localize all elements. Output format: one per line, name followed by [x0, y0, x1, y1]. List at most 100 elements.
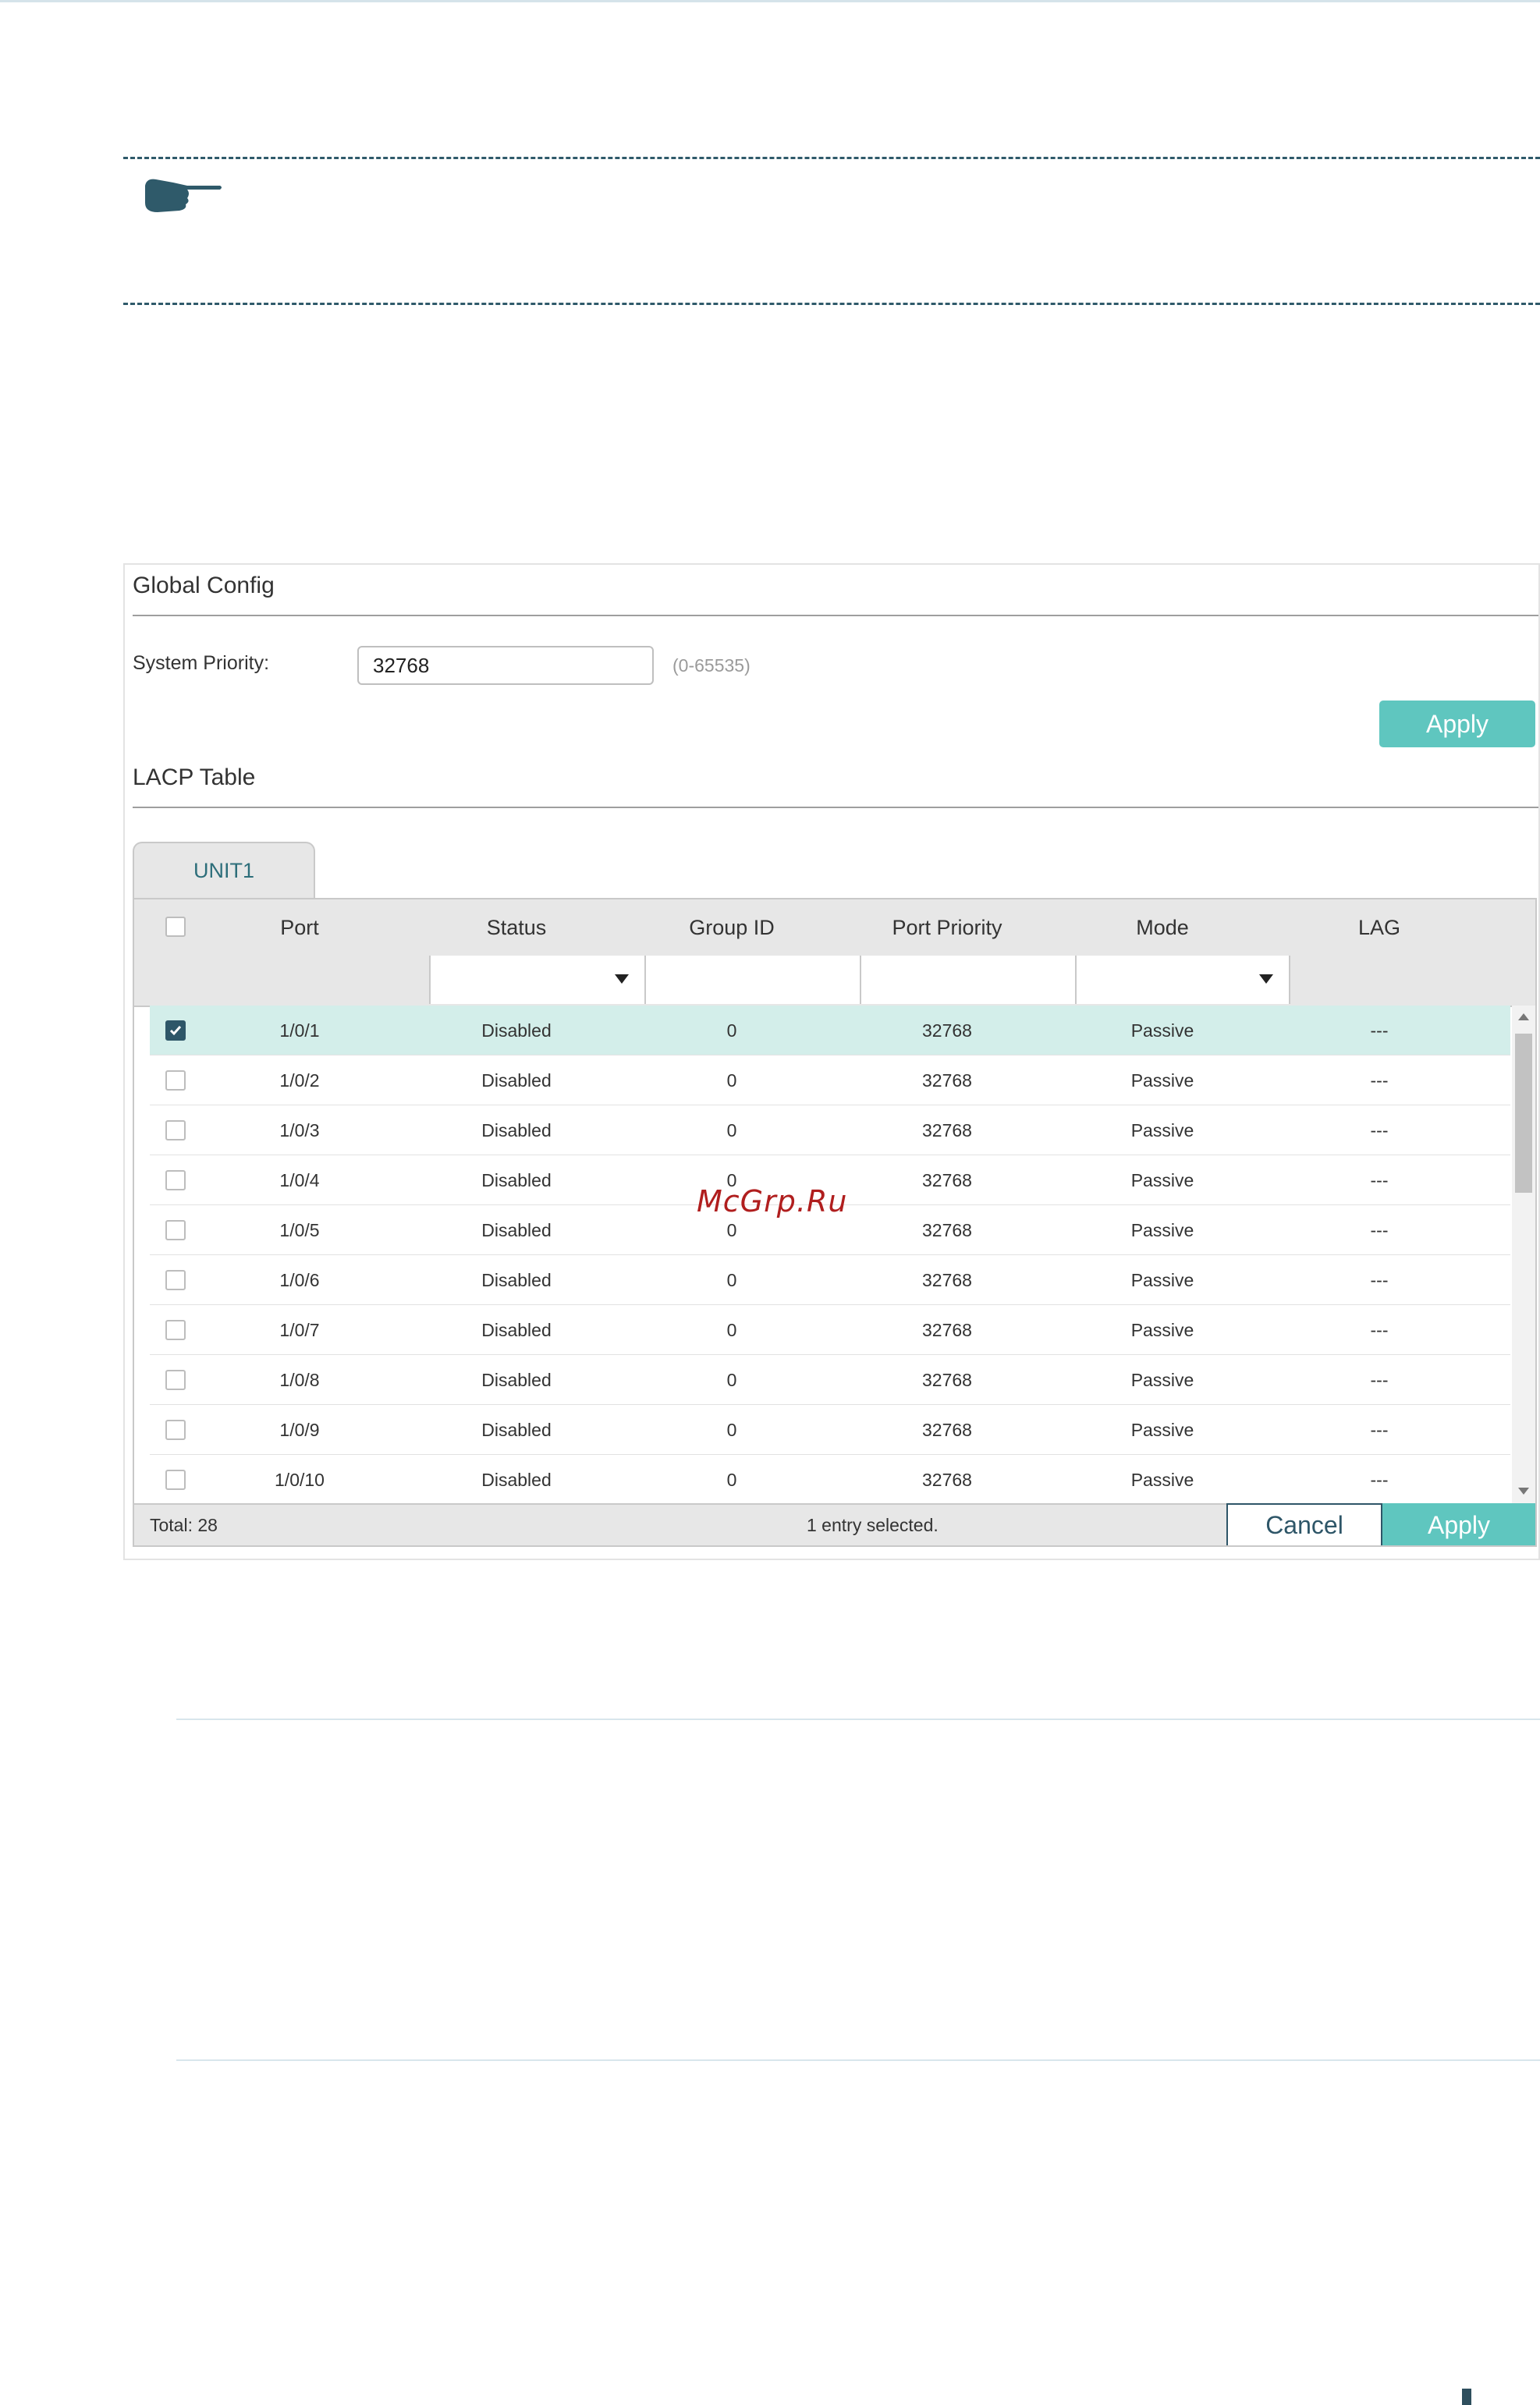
table-row[interactable]: 1/0/6 Disabled 0 32768 Passive --- [150, 1255, 1510, 1305]
table-apply-button[interactable]: Apply [1382, 1503, 1535, 1545]
system-priority-range: (0-65535) [672, 655, 750, 676]
system-priority-input[interactable] [357, 646, 654, 685]
global-config-title: Global Config [133, 573, 275, 598]
total-count: Total: 28 [150, 1515, 218, 1535]
table-row[interactable]: 1/0/7 Disabled 0 32768 Passive --- [150, 1305, 1510, 1355]
cell-port-priority: 32768 [922, 1070, 972, 1091]
cell-mode: Passive [1130, 1370, 1194, 1390]
mode-filter-select[interactable] [1075, 956, 1290, 1004]
cell-port-priority: 32768 [922, 1470, 972, 1490]
column-header-group-id[interactable]: Group ID [654, 899, 810, 956]
cell-status: Disabled [481, 1170, 552, 1190]
row-checkbox[interactable] [165, 1270, 186, 1290]
cell-mode: Passive [1130, 1120, 1194, 1140]
row-checkbox[interactable] [165, 1370, 186, 1390]
cell-port: 1/0/3 [279, 1120, 320, 1140]
tab-unit1[interactable]: UNIT1 [133, 842, 315, 899]
row-checkbox[interactable] [165, 1120, 186, 1140]
row-checkbox[interactable] [165, 1220, 186, 1240]
row-checkbox[interactable] [165, 1420, 186, 1440]
table-scrollbar[interactable] [1512, 1006, 1535, 1503]
cell-group-id: 0 [726, 1270, 737, 1290]
row-checkbox[interactable] [165, 1020, 186, 1041]
caret-down-icon [1259, 974, 1273, 984]
table-row[interactable]: 1/0/3 Disabled 0 32768 Passive --- [150, 1105, 1510, 1155]
cell-status: Disabled [481, 1020, 552, 1041]
cell-lag: --- [1370, 1220, 1389, 1240]
cell-group-id: 0 [726, 1370, 737, 1390]
cell-status: Disabled [481, 1070, 552, 1091]
table-header: Port Status Group ID Port Priority Mode … [134, 899, 1535, 956]
cell-port-priority: 32768 [922, 1120, 972, 1140]
table-row[interactable]: 1/0/9 Disabled 0 32768 Passive --- [150, 1405, 1510, 1455]
cell-status: Disabled [481, 1320, 552, 1340]
cell-lag: --- [1370, 1270, 1389, 1290]
scroll-up-arrow-icon[interactable] [1518, 1013, 1529, 1020]
global-apply-button[interactable]: Apply [1379, 701, 1535, 747]
cell-lag: --- [1370, 1470, 1389, 1490]
cell-port-priority: 32768 [922, 1420, 972, 1440]
scroll-down-arrow-icon[interactable] [1518, 1488, 1529, 1495]
table-footer: Total: 28 1 entry selected. Cancel Apply [134, 1503, 1535, 1545]
cell-port: 1/0/8 [279, 1370, 320, 1390]
cell-mode: Passive [1130, 1070, 1194, 1091]
cell-mode: Passive [1130, 1320, 1194, 1340]
column-header-port-priority[interactable]: Port Priority [853, 899, 1041, 956]
cell-port: 1/0/5 [279, 1220, 320, 1240]
lacp-table: Port Status Group ID Port Priority Mode … [133, 898, 1537, 1547]
cell-status: Disabled [481, 1220, 552, 1240]
cell-port: 1/0/10 [275, 1470, 325, 1490]
table-body: 1/0/1 Disabled 0 32768 Passive --- 1/0/2 Disabl… [134, 1006, 1535, 1505]
cell-port-priority: 32768 [922, 1020, 972, 1041]
cell-status: Disabled [481, 1470, 552, 1490]
table-cancel-button[interactable]: Cancel [1226, 1503, 1382, 1545]
cell-lag: --- [1370, 1420, 1389, 1440]
table-filter-row [134, 956, 1535, 1007]
column-header-mode[interactable]: Mode [1084, 899, 1240, 956]
row-checkbox[interactable] [165, 1470, 186, 1490]
cell-mode: Passive [1130, 1220, 1194, 1240]
status-filter-select[interactable] [429, 956, 644, 1004]
cell-port: 1/0/6 [279, 1270, 320, 1290]
system-priority-label: System Priority: [133, 652, 270, 674]
cell-lag: --- [1370, 1070, 1389, 1091]
cell-mode: Passive [1130, 1470, 1194, 1490]
column-header-lag[interactable]: LAG [1317, 899, 1442, 956]
lacp-config-screenshot: Global Config System Priority: (0-65535)… [123, 563, 1540, 1560]
select-all-checkbox[interactable] [165, 917, 186, 937]
table-row[interactable]: 1/0/10 Disabled 0 32768 Passive --- [150, 1455, 1510, 1505]
column-header-port[interactable]: Port [237, 899, 362, 956]
cell-lag: --- [1370, 1170, 1389, 1190]
group-id-filter-input[interactable] [644, 956, 860, 1004]
row-checkbox[interactable] [165, 1170, 186, 1190]
row-checkbox[interactable] [165, 1320, 186, 1340]
cell-status: Disabled [481, 1270, 552, 1290]
note-bottom-divider [123, 303, 1540, 305]
cell-mode: Passive [1130, 1170, 1194, 1190]
table-row[interactable]: 1/0/8 Disabled 0 32768 Passive --- [150, 1355, 1510, 1405]
port-priority-filter-input[interactable] [860, 956, 1075, 1004]
row-checkbox[interactable] [165, 1070, 186, 1091]
table-row[interactable]: 1/0/2 Disabled 0 32768 Passive --- [150, 1055, 1510, 1105]
selection-status: 1 entry selected. [807, 1515, 939, 1535]
cell-mode: Passive [1130, 1420, 1194, 1440]
cell-lag: --- [1370, 1020, 1389, 1041]
cell-group-id: 0 [726, 1420, 737, 1440]
table-row[interactable]: 1/0/1 Disabled 0 32768 Passive --- [150, 1006, 1510, 1055]
caret-down-icon [615, 974, 629, 984]
cell-port-priority: 32768 [922, 1170, 972, 1190]
top-rule [0, 0, 1540, 2]
cell-group-id: 0 [726, 1070, 737, 1091]
pointing-hand-icon [142, 175, 223, 215]
watermark-text: McGrp.Ru [697, 1184, 848, 1218]
checkmark-icon [169, 1026, 182, 1036]
lacp-table-divider [133, 807, 1538, 808]
column-header-status[interactable]: Status [438, 899, 594, 956]
cell-status: Disabled [481, 1370, 552, 1390]
cell-port-priority: 32768 [922, 1220, 972, 1240]
cell-status: Disabled [481, 1120, 552, 1140]
cell-port-priority: 32768 [922, 1270, 972, 1290]
cell-lag: --- [1370, 1120, 1389, 1140]
scrollbar-thumb[interactable] [1515, 1034, 1532, 1193]
lacp-table-title: LACP Table [133, 764, 256, 790]
